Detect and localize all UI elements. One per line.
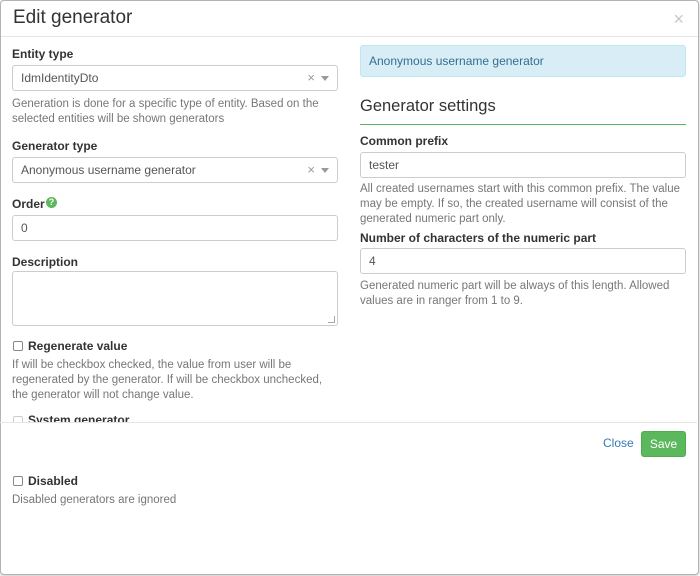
generator-type-value: Anonymous username generator (21, 163, 196, 177)
question-icon[interactable]: ? (46, 197, 57, 208)
numeric-part-help-2: values are in ranger from 1 to 9. (360, 295, 523, 307)
disabled-label: Disabled (28, 474, 79, 488)
common-prefix-help-2: may be empty. If so, the created usernam… (360, 198, 668, 210)
caret-down-icon[interactable] (321, 76, 329, 81)
caret-down-icon[interactable] (321, 168, 329, 173)
resize-handle-icon[interactable] (328, 316, 335, 323)
entity-type-help-1: Generation is done for a specific type o… (12, 98, 319, 110)
entity-type-help-2: selected entities will be shown generato… (12, 113, 225, 125)
description-label: Description (12, 255, 79, 269)
generator-info-alert: Anonymous username generator (360, 45, 686, 77)
regenerate-checkbox[interactable] (13, 341, 23, 351)
regenerate-help-3: the generator will not change value. (12, 389, 194, 401)
system-generator-label: System generator (28, 413, 130, 422)
generator-settings-title: Generator settings (360, 97, 686, 125)
regenerate-label: Regenerate value (28, 339, 128, 353)
common-prefix-label: Common prefix (360, 134, 449, 148)
entity-type-value: IdmIdentityDto (21, 71, 99, 85)
description-textarea[interactable] (12, 271, 338, 326)
dialog-title: Edit generator (13, 7, 133, 28)
dialog-header: Edit generator × (1, 1, 698, 37)
close-button[interactable]: Close (603, 436, 634, 450)
common-prefix-help-3: generated numeric part only. (360, 213, 506, 225)
regenerate-help-2: regenerated by the generator. If will be… (12, 374, 323, 386)
numeric-part-label: Number of characters of the numeric part (360, 231, 597, 245)
save-button[interactable]: Save (641, 431, 686, 457)
close-icon[interactable]: × (673, 9, 684, 30)
numeric-part-input[interactable]: 4 (360, 248, 686, 274)
entity-type-select[interactable]: IdmIdentityDto × (12, 65, 338, 91)
order-input[interactable]: 0 (12, 215, 338, 241)
numeric-part-help-1: Generated numeric part will be always of… (360, 280, 670, 292)
common-prefix-input[interactable]: tester (360, 152, 686, 178)
disabled-help: Disabled generators are ignored (12, 494, 177, 506)
generator-type-select[interactable]: Anonymous username generator × (12, 157, 338, 183)
clear-icon[interactable]: × (307, 158, 315, 182)
dialog-footer (0, 422, 697, 423)
scroll-clip: System generator (0, 408, 697, 422)
regenerate-help-1: If will be checkbox checked, the value f… (12, 359, 292, 371)
generator-type-label: Generator type (12, 139, 98, 153)
order-label: Order (12, 197, 45, 211)
entity-type-label: Entity type (12, 47, 74, 61)
disabled-checkbox[interactable] (13, 476, 23, 486)
common-prefix-help-1: All created usernames start with this co… (360, 183, 681, 195)
clear-icon[interactable]: × (307, 66, 315, 90)
